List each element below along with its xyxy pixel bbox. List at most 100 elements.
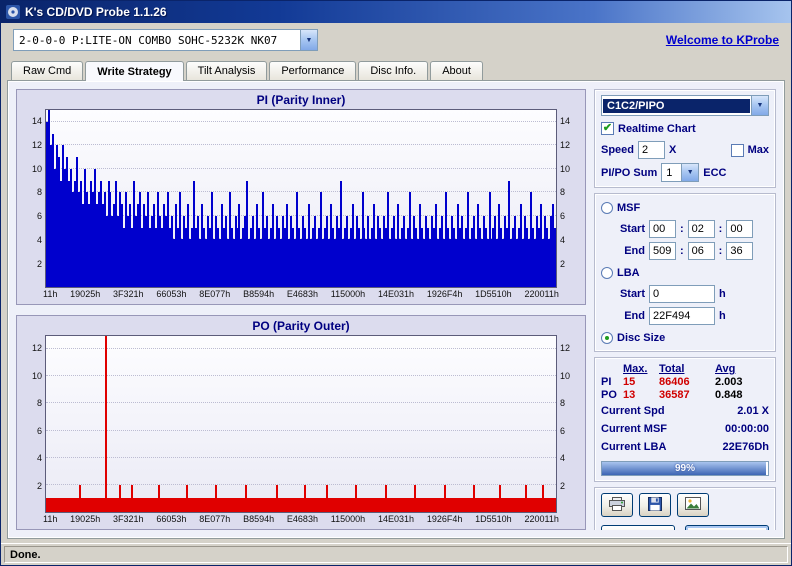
- toolbar: 2-0-0-0 P:LITE-ON COMBO SOHC-5232K NK07 …: [1, 23, 791, 57]
- current-msf-row: Current MSF 00:00:00: [601, 423, 769, 437]
- stats-pi-name: PI: [601, 376, 612, 388]
- lba-radio[interactable]: [601, 266, 613, 279]
- disc-size-label: Disc Size: [617, 331, 666, 344]
- pipo-sum-select[interactable]: 1 ▼: [661, 163, 700, 182]
- pi-x-axis-labels: 11h 19025h 3F321h 66053h 8E077h B8594h E4683h 1…: [43, 288, 559, 299]
- msf-end-min-input[interactable]: [649, 242, 676, 260]
- tab-performance[interactable]: Performance: [269, 61, 357, 80]
- po-chart-body: 2 4 6 8 10 12 2 4 6 8 10 12: [23, 334, 579, 513]
- current-speed-value: 2.01 X: [737, 405, 769, 417]
- msf-radio[interactable]: [601, 201, 613, 214]
- pi-y-axis-right: 2 4 6 8 10 12 14: [560, 115, 571, 269]
- po-chart-title: PO (Parity Outer): [252, 318, 350, 333]
- save-button[interactable]: [639, 493, 671, 517]
- msf-separator: :: [718, 245, 723, 257]
- device-select-value: 2-0-0-0 P:LITE-ON COMBO SOHC-5232K NK07: [19, 33, 278, 47]
- welcome-link[interactable]: Welcome to KProbe: [666, 33, 779, 47]
- speed-input[interactable]: [638, 141, 666, 159]
- stats-pi-max: 15: [623, 376, 636, 388]
- tab-write-strategy[interactable]: Write Strategy: [85, 61, 184, 81]
- tab-about[interactable]: About: [430, 61, 483, 80]
- msf-label: MSF: [617, 201, 641, 214]
- stats-po-max: 13: [623, 389, 636, 401]
- pi-y-axis-left: 2 4 6 8 10 12 14: [31, 115, 42, 269]
- lba-unit-label: h: [719, 310, 726, 322]
- stop-button[interactable]: Stop: [601, 525, 675, 530]
- msf-start-min-input[interactable]: [649, 220, 676, 238]
- tab-raw-cmd[interactable]: Raw Cmd: [11, 61, 84, 80]
- pipo-sum-row: PI/PO Sum 1 ▼ ECC: [601, 163, 769, 182]
- lba-end-row: End h: [615, 307, 769, 325]
- measurement-mode-select[interactable]: C1C2/PIPO ▼: [601, 95, 769, 116]
- msf-separator: :: [680, 245, 684, 257]
- stats-po-name: PO: [601, 389, 617, 401]
- statusbar: Done.: [1, 543, 791, 565]
- window-title: K's CD/DVD Probe 1.1.26: [25, 5, 167, 19]
- pipo-sum-label: PI/PO Sum: [601, 166, 658, 179]
- tab-disc-info[interactable]: Disc Info.: [358, 61, 429, 80]
- disc-size-radio[interactable]: [601, 331, 613, 344]
- current-speed-label: Current Spd: [601, 405, 665, 417]
- current-msf-label: Current MSF: [601, 423, 667, 435]
- pipo-sum-value: 1: [666, 166, 673, 179]
- printer-icon: [609, 496, 625, 514]
- range-group: MSF Start : : End : :: [594, 193, 776, 352]
- stats-table: Max. Total Avg PI 15 86406 2.003 PO 13 3…: [601, 363, 769, 401]
- speed-label: Speed: [601, 144, 635, 156]
- write-strategy-page: PI (Parity Inner) 2 4 6 8 10 12 14 2 4 6 8 10 12 14 …: [7, 80, 785, 539]
- icon-buttons-row: [601, 493, 769, 517]
- progress-percent: 99%: [674, 463, 695, 474]
- realtime-chart-label: Realtime Chart: [618, 122, 696, 135]
- po-x-axis-labels: 11h 19025h 3F321h 66053h 8E077h B8594h E4683h 1…: [43, 514, 559, 524]
- tab-tilt-analysis[interactable]: Tilt Analysis: [185, 61, 268, 80]
- app-window: K's CD/DVD Probe 1.1.26 2-0-0-0 P:LITE-O…: [0, 0, 792, 566]
- lba-radio-row: LBA: [601, 264, 769, 281]
- current-lba-label: Current LBA: [601, 441, 667, 453]
- realtime-chart-checkbox[interactable]: ✔: [601, 122, 614, 135]
- msf-start-sec-input[interactable]: [687, 220, 715, 238]
- stats-pi-avg: 2.003: [715, 376, 743, 388]
- speed-row: Speed X Max: [601, 141, 769, 159]
- current-lba-row: Current LBA 22E76Dh: [601, 441, 769, 455]
- start-button[interactable]: Start: [685, 525, 769, 530]
- lba-unit-label: h: [719, 288, 726, 300]
- tabstrip: Raw Cmd Write Strategy Tilt Analysis Per…: [1, 57, 791, 81]
- pi-chart-body: 2 4 6 8 10 12 14 2 4 6 8 10 12 14: [23, 109, 579, 288]
- max-speed-checkbox[interactable]: [730, 143, 744, 157]
- stats-header-max: Max.: [623, 363, 648, 375]
- stats-corner: [601, 363, 623, 375]
- po-y-axis-right: 2 4 6 8 10 12: [560, 343, 571, 491]
- speed-unit-label: X: [669, 144, 677, 156]
- titlebar[interactable]: K's CD/DVD Probe 1.1.26: [1, 1, 791, 23]
- stats-po-total: 36587: [659, 389, 690, 401]
- current-speed-row: Current Spd 2.01 X: [601, 405, 769, 419]
- print-button[interactable]: [601, 493, 633, 517]
- msf-end-row: End : :: [615, 242, 769, 260]
- po-y-axis-left: 2 4 6 8 10 12: [31, 343, 42, 491]
- realtime-chart-row: ✔ Realtime Chart: [601, 120, 769, 137]
- charts-column: PI (Parity Inner) 2 4 6 8 10 12 14 2 4 6 8 10 12 14 …: [16, 89, 586, 530]
- msf-start-frame-input[interactable]: [726, 220, 754, 238]
- progress-bar: 99%: [601, 461, 769, 476]
- device-select[interactable]: 2-0-0-0 P:LITE-ON COMBO SOHC-5232K NK07 …: [13, 29, 318, 51]
- msf-separator: :: [718, 223, 723, 235]
- chevron-down-icon[interactable]: ▼: [751, 96, 768, 115]
- pi-parity-inner-chart: PI (Parity Inner) 2 4 6 8 10 12 14 2 4 6 8 10 12 14 …: [16, 89, 586, 305]
- save-image-button[interactable]: [677, 493, 709, 517]
- chevron-down-icon[interactable]: ▼: [681, 164, 699, 181]
- status-message: Done.: [4, 546, 788, 563]
- msf-end-sec-input[interactable]: [687, 242, 715, 260]
- msf-start-label: Start: [619, 223, 645, 235]
- current-lba-value: 22E76Dh: [722, 441, 769, 453]
- lba-start-input[interactable]: [649, 285, 715, 303]
- msf-end-frame-input[interactable]: [726, 242, 754, 260]
- actions-group: Stop Start: [594, 487, 776, 530]
- disc-size-radio-row: Disc Size: [601, 329, 769, 346]
- floppy-save-icon: [648, 496, 662, 514]
- lba-end-input[interactable]: [649, 307, 715, 325]
- msf-radio-row: MSF: [601, 199, 769, 216]
- po-parity-outer-chart: PO (Parity Outer) 2 4 6 8 10 12 2 4 6 8 10 12 11h 1…: [16, 314, 586, 530]
- chevron-down-icon[interactable]: ▼: [300, 30, 317, 50]
- max-speed-label: Max: [747, 144, 769, 156]
- pi-plot: [45, 109, 557, 288]
